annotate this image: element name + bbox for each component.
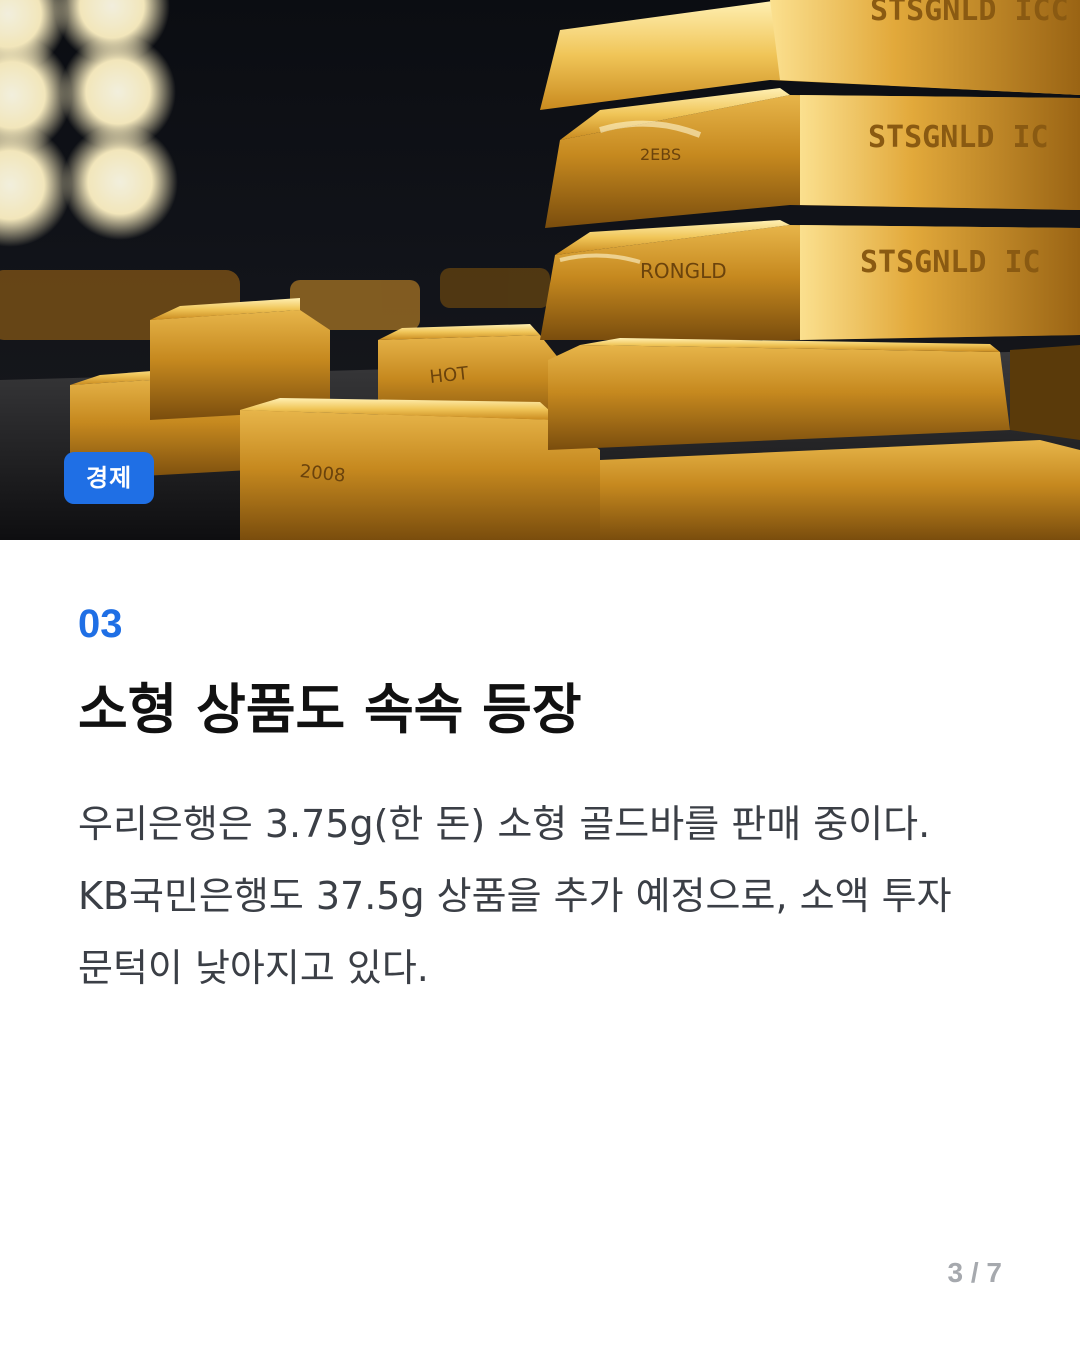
svg-text:2EBS: 2EBS — [640, 145, 681, 164]
svg-text:HOT: HOT — [429, 363, 471, 388]
bokeh-lights — [0, 0, 178, 247]
gold-bars-illustration: HOT 2008 STSGNLD ICC STSGNLD IC 2EBS STS… — [0, 0, 1080, 540]
page-indicator: 3 / 7 — [947, 1257, 1002, 1288]
svg-text:STSGNLD IC: STSGNLD IC — [860, 245, 1041, 280]
hero-image: HOT 2008 STSGNLD ICC STSGNLD IC 2EBS STS… — [0, 0, 1080, 540]
headline: 소형 상품도 속속 등장 — [78, 678, 582, 741]
body-paragraph: 우리은행은 3.75g(한 돈) 소형 골드바를 판매 중이다. KB국민은행도… — [78, 802, 952, 990]
category-badge: 경제 — [64, 452, 155, 504]
svg-text:RONGLD: RONGLD — [640, 259, 727, 283]
section-number: 03 — [78, 602, 123, 646]
svg-text:STSGNLD IC: STSGNLD IC — [868, 120, 1049, 155]
svg-text:STSGNLD ICC: STSGNLD ICC — [870, 0, 1069, 28]
